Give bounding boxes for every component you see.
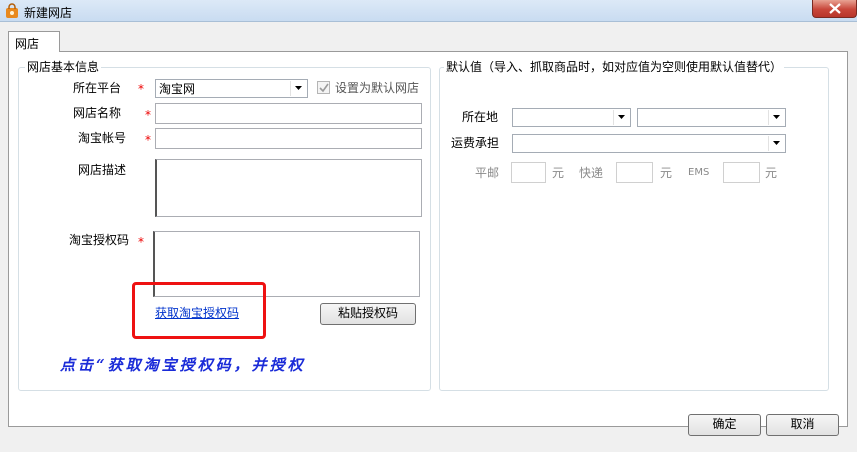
chevron-down-icon (768, 110, 783, 125)
defaults-title: 默认值（导入、抓取商品时，如对应值为空则使用默认值替代） (444, 60, 785, 74)
unit-label: 元 (765, 166, 778, 180)
chevron-down-icon (613, 110, 628, 125)
close-icon (829, 3, 841, 14)
cancel-button[interactable]: 取消 (766, 414, 839, 436)
tab-panel: 网店基本信息 所在平台 * 淘宝网 设置为默认网店 网店名称 * 淘宝帐号 * (8, 51, 848, 427)
close-button[interactable] (812, 0, 857, 18)
window-title: 新建网店 (24, 6, 73, 20)
express-fee-input[interactable] (616, 162, 653, 183)
location-label: 所在地 (462, 110, 499, 124)
unit-label: 元 (660, 166, 673, 180)
mail-fee-input[interactable] (511, 162, 546, 183)
title-bar: 新建网店 (0, 0, 857, 22)
account-label: 淘宝帐号 (78, 131, 127, 145)
shopping-bag-icon (4, 3, 20, 19)
shipping-select[interactable] (512, 134, 786, 153)
required-mark: * (138, 82, 144, 96)
shop-name-label: 网店名称 (73, 106, 122, 120)
unit-label: 元 (552, 166, 565, 180)
ok-button[interactable]: 确定 (688, 414, 761, 436)
default-shop-label: 设置为默认网店 (335, 81, 420, 95)
ems-fee-input[interactable] (723, 162, 760, 183)
express-label: 快递 (579, 166, 604, 180)
basic-info-title: 网店基本信息 (25, 60, 102, 74)
account-input[interactable] (155, 128, 422, 149)
dialog-body: 网店 网店基本信息 所在平台 * 淘宝网 设置为默认网店 网店名称 * 淘宝帐号 (0, 22, 857, 452)
default-shop-checkbox[interactable] (317, 81, 330, 94)
description-label: 网店描述 (78, 163, 127, 177)
required-mark: * (145, 133, 151, 147)
instruction-annotation: 点击“获取淘宝授权码，并授权 (60, 356, 306, 374)
ems-label: EMS (688, 167, 710, 178)
city-select[interactable] (637, 108, 786, 127)
shipping-label: 运费承担 (451, 136, 500, 150)
basic-info-group: 网店基本信息 所在平台 * 淘宝网 设置为默认网店 网店名称 * 淘宝帐号 * (18, 60, 431, 391)
platform-select[interactable]: 淘宝网 (155, 79, 308, 98)
required-mark: * (138, 235, 144, 249)
chevron-down-icon (290, 81, 305, 96)
defaults-group: 默认值（导入、抓取商品时，如对应值为空则使用默认值替代） 所在地 运费承担 平邮 (439, 60, 829, 391)
tab-shop[interactable]: 网店 (8, 31, 60, 52)
required-mark: * (145, 108, 151, 122)
province-select[interactable] (512, 108, 631, 127)
platform-label: 所在平台 (73, 81, 122, 95)
shop-name-input[interactable] (155, 103, 422, 124)
auth-code-label: 淘宝授权码 (69, 233, 130, 247)
paste-auth-code-button[interactable]: 粘贴授权码 (320, 303, 416, 325)
chevron-down-icon (768, 136, 783, 151)
checkmark-icon (319, 83, 329, 93)
mail-label: 平邮 (475, 166, 500, 180)
get-auth-code-link[interactable]: 获取淘宝授权码 (155, 306, 239, 320)
platform-value: 淘宝网 (159, 82, 196, 96)
description-textarea[interactable] (155, 159, 422, 217)
